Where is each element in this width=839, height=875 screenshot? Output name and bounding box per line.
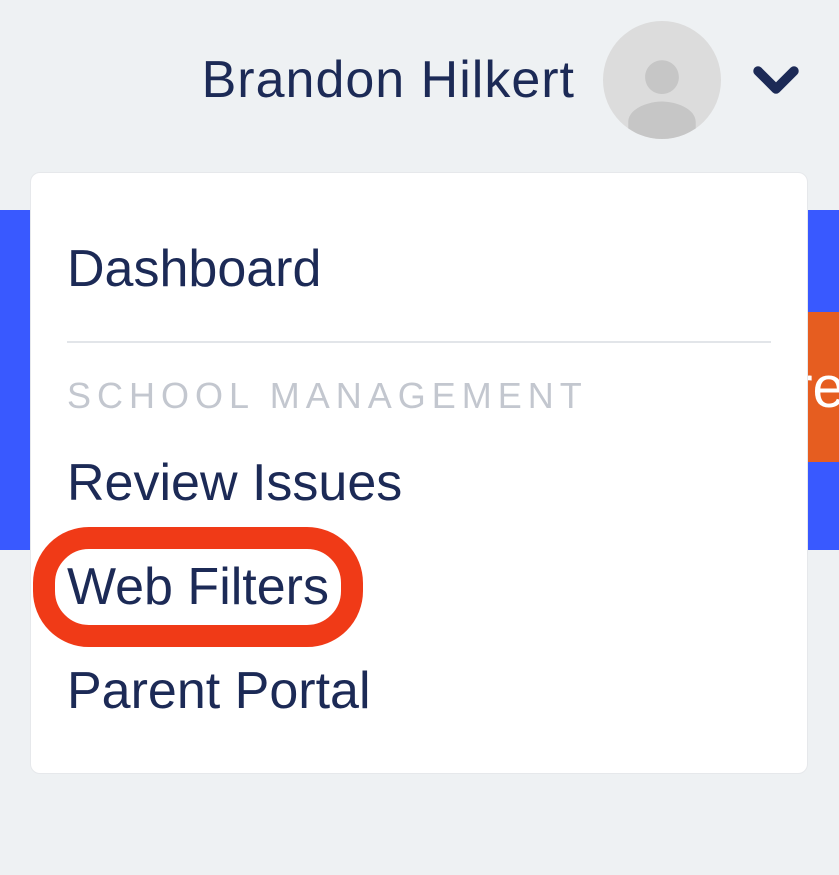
menu-item-review-issues[interactable]: Review Issues bbox=[67, 431, 402, 535]
menu-item-label: Dashboard bbox=[67, 240, 321, 298]
user-name-label: Brandon Hilkert bbox=[202, 50, 575, 110]
avatar[interactable] bbox=[603, 21, 721, 139]
menu-item-parent-portal[interactable]: Parent Portal bbox=[67, 639, 371, 743]
menu-section-school-management: SCHOOL MANAGEMENT bbox=[67, 369, 771, 431]
menu-item-label: Web Filters bbox=[67, 558, 329, 616]
chevron-down-icon bbox=[749, 53, 803, 107]
menu-item-dashboard[interactable]: Dashboard bbox=[67, 217, 321, 321]
menu-divider bbox=[67, 341, 771, 343]
menu-item-web-filters[interactable]: Web Filters bbox=[67, 535, 329, 639]
user-menu-toggle[interactable] bbox=[749, 53, 803, 107]
menu-item-label: Review Issues bbox=[67, 454, 402, 512]
menu-item-label: Parent Portal bbox=[67, 662, 371, 720]
header-bar: Brandon Hilkert bbox=[0, 0, 839, 160]
user-dropdown-menu: Dashboard SCHOOL MANAGEMENT Review Issue… bbox=[30, 172, 808, 774]
person-icon bbox=[617, 49, 707, 139]
